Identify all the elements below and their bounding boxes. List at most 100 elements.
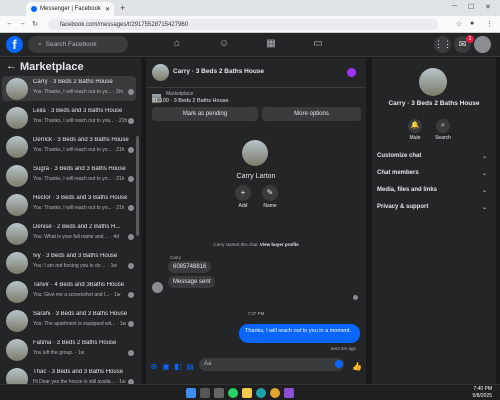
start-icon[interactable]: [186, 388, 196, 398]
listing-price-title[interactable]: $1,100 · 3 Beds 2 Baths House: [152, 98, 228, 104]
mute-label: Mute: [409, 135, 421, 141]
minimize-icon[interactable]: ─: [452, 3, 457, 10]
conversation-avatar: [6, 252, 28, 274]
customize-chat-section[interactable]: Customize chat ⌄: [377, 153, 487, 160]
edge-icon[interactable]: [256, 388, 266, 398]
url-field[interactable]: facebook.com/messages/t/2917552871542796…: [48, 19, 438, 30]
browser-tab[interactable]: Messenger | Facebook ✕: [26, 2, 114, 16]
profile-name: Carry Larton: [236, 173, 276, 180]
chat-avatar[interactable]: [152, 64, 169, 81]
chrome-icon[interactable]: [270, 388, 280, 398]
mark-as-pending-button[interactable]: Mark as pending: [152, 107, 258, 121]
photo-icon[interactable]: ▣: [162, 363, 170, 371]
conversation-avatar: [6, 368, 28, 384]
plus-circle-icon[interactable]: ⊕: [150, 363, 158, 371]
account-avatar[interactable]: [474, 36, 491, 53]
conversation-item[interactable]: Denise · 2 Beds and 2 Baths H... You: Wha…: [2, 221, 136, 246]
conversation-avatar: [6, 194, 28, 216]
emoji-icon[interactable]: [335, 360, 343, 368]
conversation-item[interactable]: Carry · 3 Beds 2 Baths House You: Thanks,…: [2, 76, 136, 101]
facebook-top-bar: f ⌕ Search Facebook ⌂ ☺ ▦ ▭ ⋮⋮ ✉ 2: [0, 33, 500, 57]
conversation-name: Sugra · 3 Beds and 3 Baths House: [33, 166, 126, 172]
conversation-name: Ivy · 3 Beds and 3 Baths House: [33, 253, 118, 259]
pencil-icon: ✎: [266, 188, 274, 197]
friends-icon[interactable]: ☺: [217, 37, 231, 51]
facebook-logo-icon[interactable]: f: [6, 36, 23, 53]
add-button[interactable]: +: [235, 185, 251, 201]
conversation-item[interactable]: Sarahi · 3 Beds and 3 Baths House You: Th…: [2, 308, 136, 333]
marketplace-icon[interactable]: ▦: [264, 37, 278, 51]
maximize-icon[interactable]: ☐: [468, 3, 474, 11]
read-receipt-avatar: [128, 147, 134, 153]
menu-icon[interactable]: ⋮: [486, 20, 493, 28]
more-options-button[interactable]: More options: [262, 107, 361, 121]
conversation-item[interactable]: Leila · 3 Beds and 3 Baths House You: Tha…: [2, 105, 136, 130]
gif-icon[interactable]: ▤: [186, 363, 194, 371]
sidebar-scrollbar[interactable]: [136, 136, 139, 236]
conversation-name: Thac · 3 Beds and 3 Baths House: [33, 369, 124, 375]
conversation-item[interactable]: Hector · 3 Beds and 3 Baths House You: Th…: [2, 192, 136, 217]
task-view-icon[interactable]: [214, 388, 224, 398]
message-input[interactable]: Aa: [199, 358, 344, 371]
chevron-down-icon: ⌄: [481, 188, 487, 194]
conversation-snippet: You: What is your full name and ... · 4d: [33, 234, 119, 240]
file-explorer-icon[interactable]: [242, 388, 252, 398]
conversation-item[interactable]: Sugra · 3 Beds and 3 Baths House You: Tha…: [2, 163, 136, 188]
close-tab-icon[interactable]: ✕: [105, 6, 110, 13]
sticker-icon[interactable]: ◧: [174, 363, 182, 371]
chat-title[interactable]: Carry · 3 Beds 2 Baths House: [173, 68, 264, 75]
windows-taskbar: 7:40 PM 5/8/2025: [0, 384, 500, 400]
forward-icon[interactable]: →: [19, 20, 26, 27]
chat-members-section[interactable]: Chat members ⌄: [377, 170, 487, 177]
messenger-favicon-icon: [31, 6, 37, 12]
name-label: Name: [263, 203, 277, 209]
star-icon[interactable]: ☆: [456, 20, 462, 28]
conversation-item[interactable]: Ivy · 3 Beds and 3 Baths House You: I am …: [2, 250, 136, 275]
privacy-support-section[interactable]: Privacy & support ⌄: [377, 204, 487, 211]
chat-panel: Carry · 3 Beds 2 Baths House Marketplace…: [146, 58, 366, 384]
thumbs-up-icon[interactable]: 👍: [352, 363, 362, 371]
conversation-avatar: [6, 107, 28, 129]
search-input[interactable]: ⌕ Search Facebook: [28, 36, 128, 53]
add-label: Add: [238, 203, 248, 209]
info-icon[interactable]: [347, 68, 356, 77]
conversation-item[interactable]: Thac · 3 Beds and 3 Baths House Hi Dear y…: [2, 366, 136, 384]
conversation-item[interactable]: Tanvir · 4 Beds and 3Baths House You: Giv…: [2, 279, 136, 304]
chevron-down-icon: ⌄: [481, 154, 487, 160]
new-tab-button[interactable]: +: [120, 3, 125, 13]
mute-button[interactable]: 🔔: [408, 119, 422, 133]
home-icon[interactable]: ⌂: [170, 37, 184, 51]
menu-grid-button[interactable]: ⋮⋮: [434, 36, 452, 53]
search-icon: ⌕: [38, 40, 42, 48]
section-label: Media, files and links: [377, 187, 438, 193]
conversation-item[interactable]: Derrick · 3 Beds and 3 Baths House You: T…: [2, 134, 136, 159]
media-files-links-section[interactable]: Media, files and links ⌄: [377, 187, 487, 194]
conversation-avatar: [6, 136, 28, 158]
whatsapp-icon[interactable]: [228, 388, 238, 398]
name-button[interactable]: ✎: [262, 185, 278, 201]
incoming-message[interactable]: 6085748816: [168, 261, 212, 273]
add-person-icon: +: [240, 188, 246, 197]
search-button[interactable]: ⌕: [436, 119, 450, 133]
outgoing-message[interactable]: Thanks, I will reach out to you in a mom…: [239, 324, 360, 343]
conversation-item[interactable]: Fatima · 3 Beds 2 Baths House You left th…: [2, 337, 136, 362]
back-arrow-icon[interactable]: ←: [6, 60, 17, 72]
profile-avatar[interactable]: [242, 140, 268, 166]
sender-avatar[interactable]: [152, 282, 163, 293]
profile-icon[interactable]: ●: [470, 20, 474, 27]
clock-time: 7:40 PM: [473, 386, 492, 392]
listing-label: Marketplace: [166, 91, 194, 97]
search-icon[interactable]: [200, 388, 210, 398]
view-buyer-profile-link[interactable]: View buyer profile: [260, 242, 299, 247]
gaming-icon[interactable]: ▭: [311, 37, 325, 51]
app-icon[interactable]: [284, 388, 294, 398]
conversation-snippet: You: The apartment is equipped wit... · …: [33, 321, 127, 327]
url-text: facebook.com/messages/t/2917552871542796…: [60, 21, 189, 28]
close-window-icon[interactable]: ✕: [485, 3, 491, 11]
incoming-message[interactable]: Message sent: [168, 276, 216, 288]
details-avatar[interactable]: [419, 68, 447, 96]
system-clock[interactable]: 7:40 PM 5/8/2025: [473, 386, 492, 400]
reload-icon[interactable]: ↻: [32, 20, 38, 28]
back-icon[interactable]: ←: [6, 20, 13, 27]
details-panel: Carry · 3 Beds 2 Baths House 🔔 ⌕ Mute Se…: [372, 58, 496, 384]
